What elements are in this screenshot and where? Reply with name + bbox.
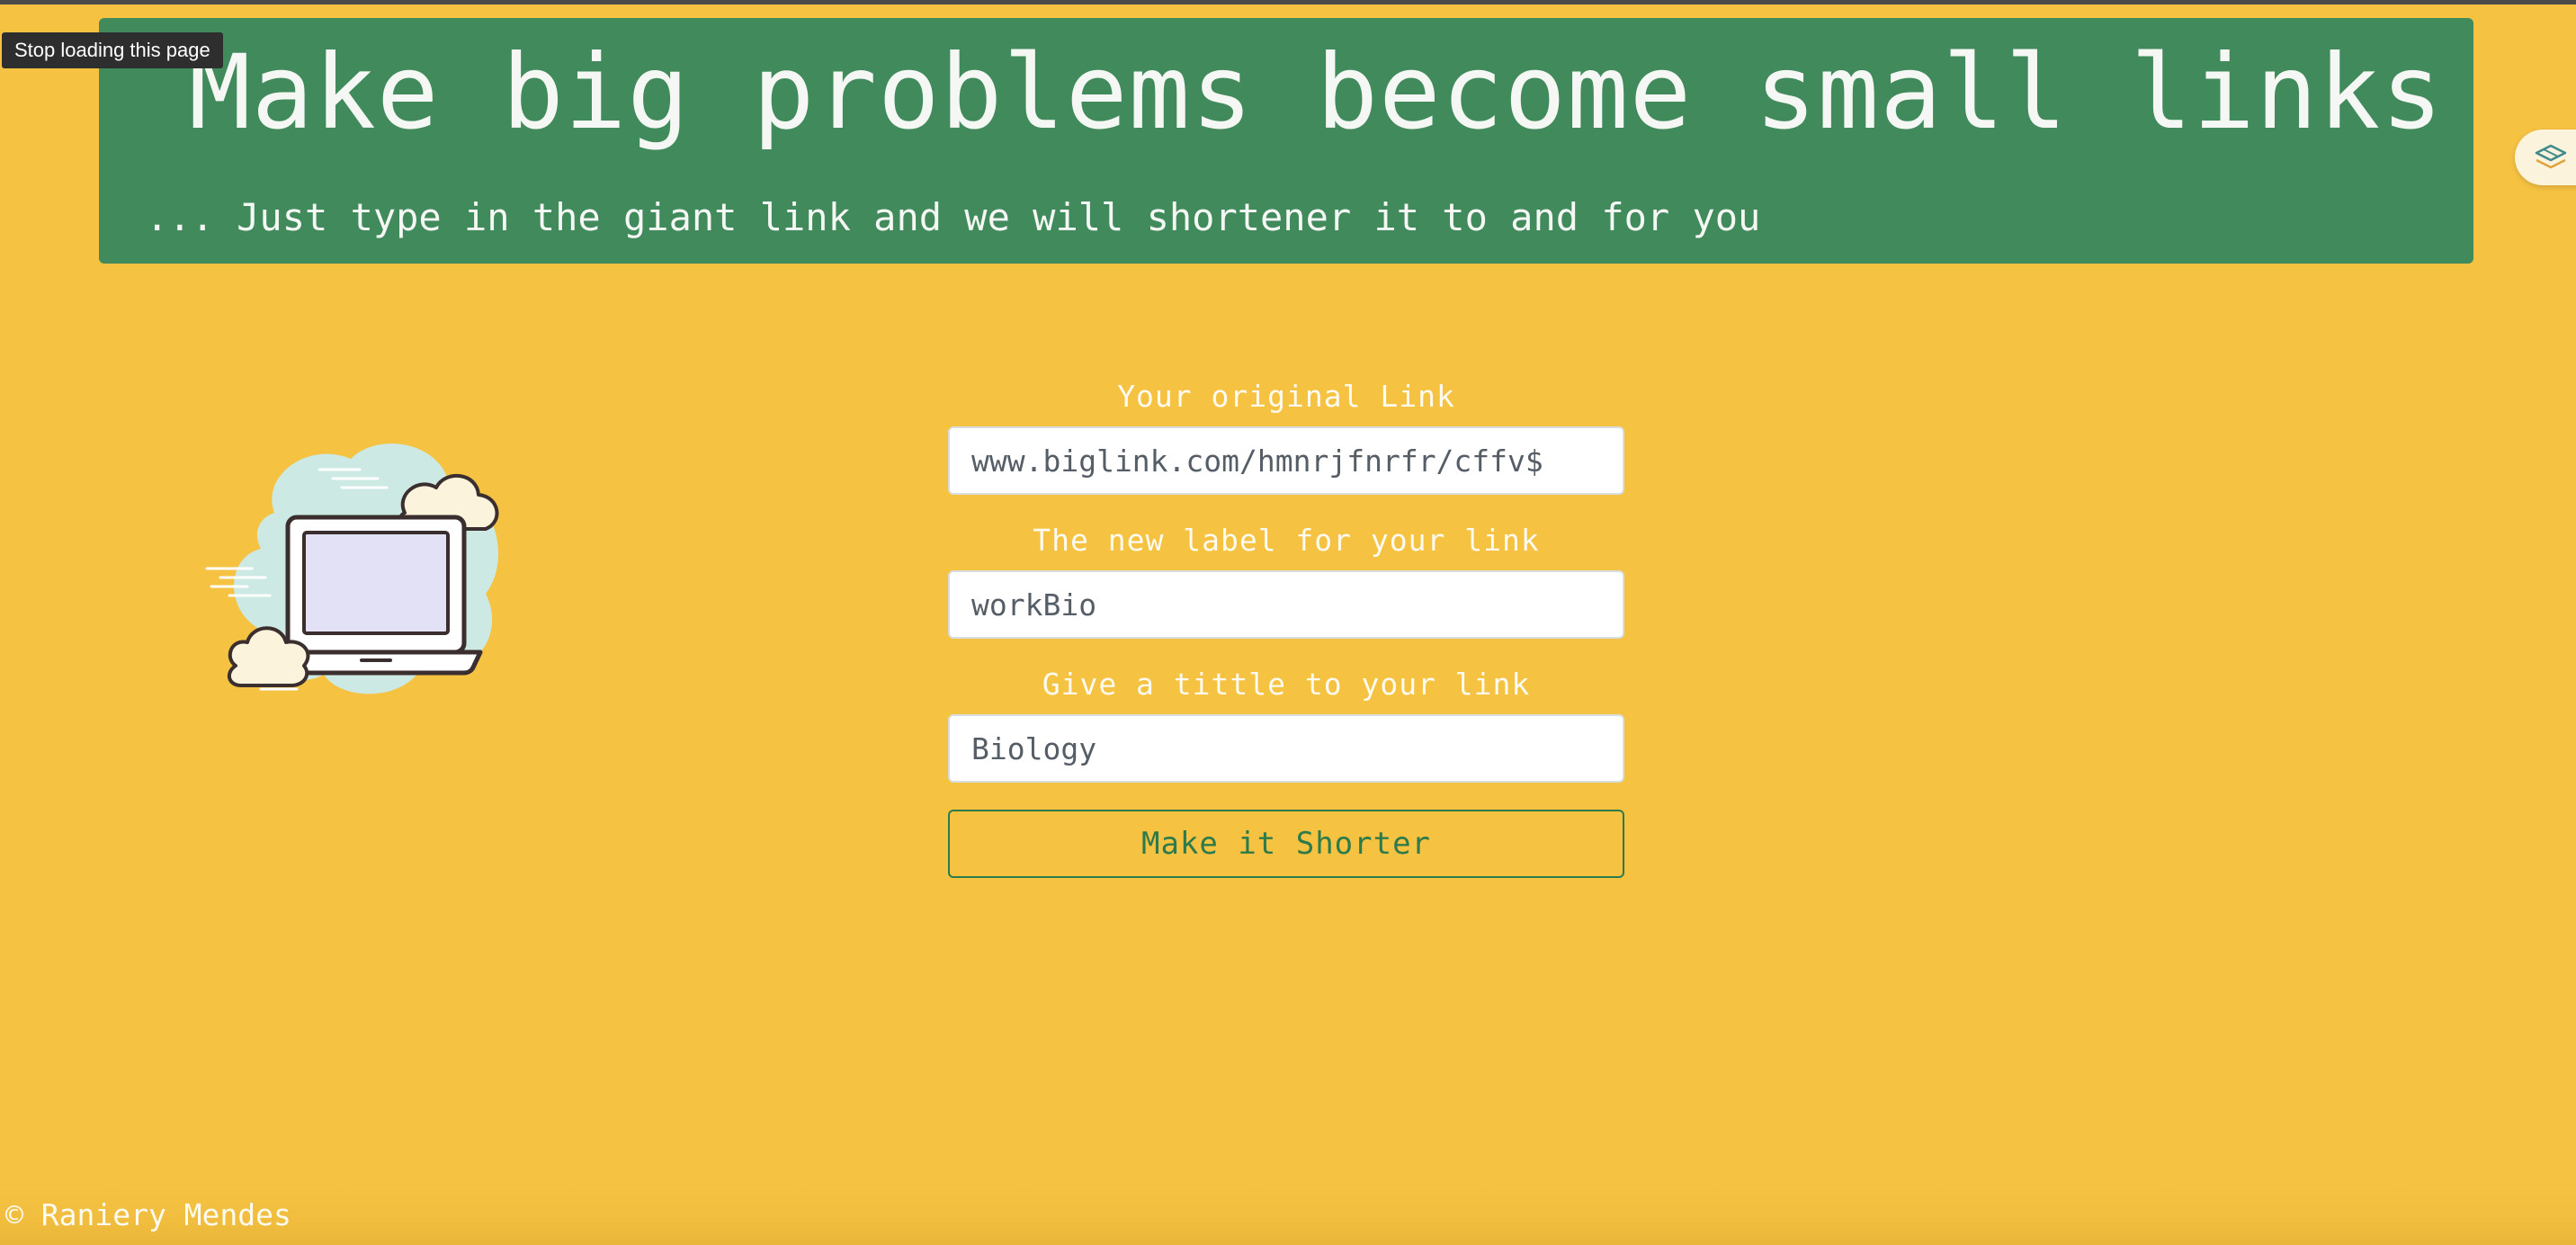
laptop-cloud-icon xyxy=(205,443,499,694)
browser-top-border xyxy=(0,0,2576,4)
new-label-label: The new label for your link xyxy=(1033,523,1540,558)
original-link-input[interactable] xyxy=(948,426,1624,495)
extension-tab[interactable] xyxy=(2515,130,2576,185)
copyright-text: © Raniery Mendes xyxy=(5,1197,291,1232)
shorten-link-form: Your original Link The new label for you… xyxy=(948,378,1624,878)
page-subtitle: ... Just type in the giant link and we w… xyxy=(146,195,1761,239)
link-title-label: Give a tittle to your link xyxy=(1042,667,1531,702)
link-title-input[interactable] xyxy=(948,714,1624,783)
make-it-shorter-button[interactable]: Make it Shorter xyxy=(948,810,1624,878)
extension-icon xyxy=(2535,144,2567,169)
new-label-input[interactable] xyxy=(948,570,1624,639)
footer: © Raniery Mendes xyxy=(0,1187,2576,1245)
laptop-cloud-illustration xyxy=(198,423,531,714)
hero-banner: Make big problems become small links ...… xyxy=(99,18,2473,264)
page-title: Make big problems become small links xyxy=(189,32,2444,152)
original-link-label: Your original Link xyxy=(1117,379,1455,414)
stop-loading-tooltip: Stop loading this page xyxy=(2,32,223,68)
